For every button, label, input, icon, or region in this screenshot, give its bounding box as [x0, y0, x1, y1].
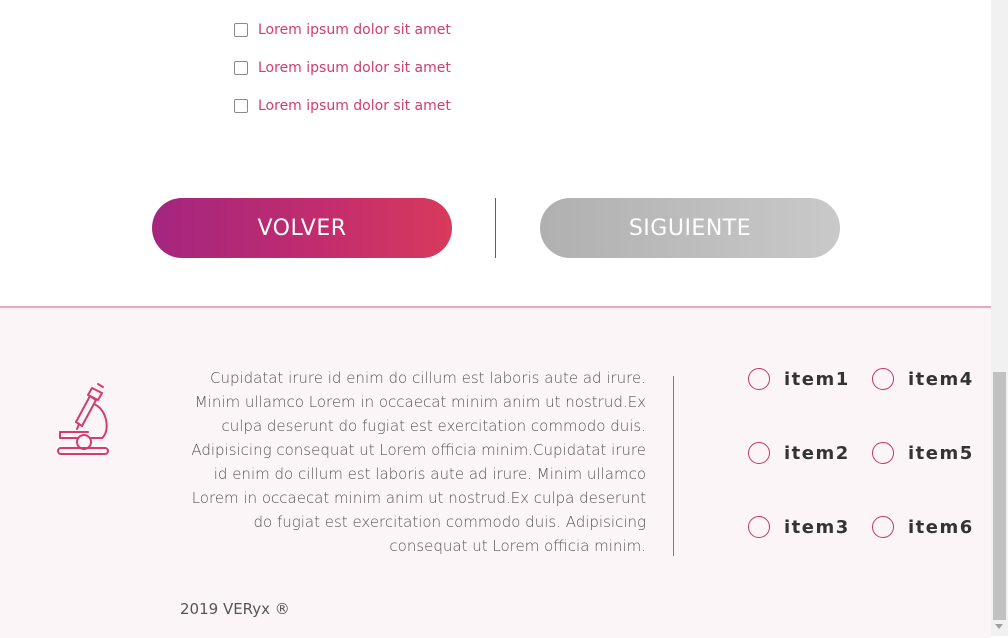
radio-item-6[interactable]: item6 [872, 516, 974, 538]
checkbox[interactable] [234, 61, 248, 75]
radio-circle[interactable] [748, 442, 770, 464]
back-button[interactable]: VOLVER [152, 198, 452, 258]
radio-label[interactable]: item6 [908, 517, 974, 538]
footer-divider [673, 376, 674, 556]
page: Lorem ipsum dolor sit amet Lorem ipsum d… [0, 0, 991, 638]
radio-circle[interactable] [872, 442, 894, 464]
checkbox-row[interactable]: Lorem ipsum dolor sit amet [234, 58, 451, 78]
scrollbar-thumb[interactable] [993, 372, 1006, 620]
checkbox-label[interactable]: Lorem ipsum dolor sit amet [258, 98, 451, 114]
copyright: 2019 VERyx ® [180, 600, 290, 618]
radio-circle[interactable] [748, 516, 770, 538]
radio-item-3[interactable]: item3 [748, 516, 850, 538]
radio-label[interactable]: item1 [784, 369, 850, 390]
next-button[interactable]: SIGUIENTE [540, 198, 840, 258]
radio-label[interactable]: item3 [784, 517, 850, 538]
footer-description: Cupidatat irure id enim do cillum est la… [191, 369, 646, 555]
footer: Cupidatat irure id enim do cillum est la… [0, 306, 991, 638]
radio-item-1[interactable]: item1 [748, 368, 850, 390]
checkbox-label[interactable]: Lorem ipsum dolor sit amet [258, 22, 451, 38]
checkbox-row[interactable]: Lorem ipsum dolor sit amet [234, 20, 451, 40]
microscope-icon [57, 383, 109, 455]
radio-item-4[interactable]: item4 [872, 368, 974, 390]
checkbox-row[interactable]: Lorem ipsum dolor sit amet [234, 96, 451, 116]
radio-circle[interactable] [748, 368, 770, 390]
checkbox-label[interactable]: Lorem ipsum dolor sit amet [258, 60, 451, 76]
checkbox[interactable] [234, 99, 248, 113]
radio-label[interactable]: item2 [784, 443, 850, 464]
radio-circle[interactable] [872, 516, 894, 538]
radio-circle[interactable] [872, 368, 894, 390]
button-divider [495, 198, 496, 258]
radio-item-2[interactable]: item2 [748, 442, 850, 464]
radio-label[interactable]: item5 [908, 443, 974, 464]
scroll-down-arrow-icon[interactable] [995, 624, 1003, 629]
radio-label[interactable]: item4 [908, 369, 974, 390]
radio-item-5[interactable]: item5 [872, 442, 974, 464]
checkbox[interactable] [234, 23, 248, 37]
